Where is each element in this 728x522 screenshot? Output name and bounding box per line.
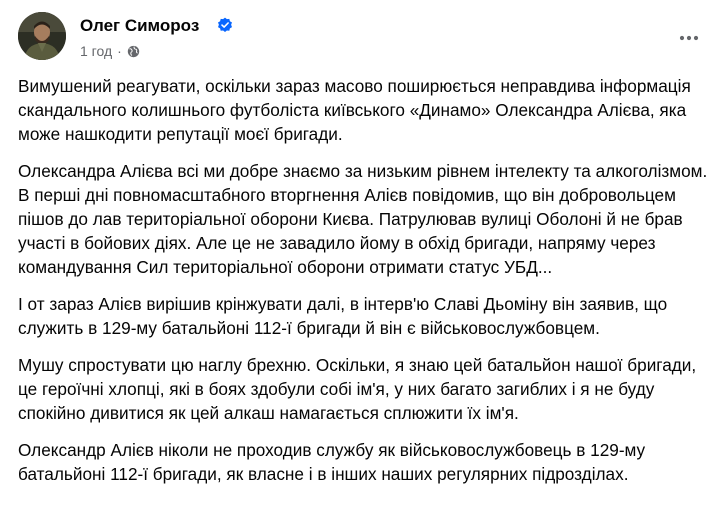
globe-icon[interactable]	[127, 45, 140, 58]
post-paragraph: Вимушений реагувати, оскільки зараз масо…	[18, 76, 691, 144]
post-paragraph: І от зараз Алієв вирішив крінжувати далі…	[18, 294, 668, 338]
author-name[interactable]: Олег Симороз	[80, 16, 199, 36]
post-header: Олег Симороз 1 год ·	[18, 12, 712, 68]
author-avatar[interactable]	[18, 12, 66, 60]
verified-badge-icon	[217, 17, 233, 33]
more-options-button[interactable]	[674, 26, 704, 50]
post-paragraph: Мушу спростувати цю наглу брехню. Оскіль…	[18, 355, 697, 423]
more-options-icon	[679, 35, 699, 41]
post-paragraph: Олександра Алієва всі ми добре знаємо за…	[18, 161, 708, 277]
post-body: Вимушений реагувати, оскільки зараз масо…	[18, 74, 714, 499]
meta-separator: ·	[117, 43, 122, 59]
post-meta: 1 год ·	[80, 43, 140, 59]
facebook-post: Олег Симороз 1 год · Вимушений реагувати…	[0, 0, 728, 522]
avatar-image	[18, 12, 66, 60]
post-paragraph: Олександр Алієв ніколи не проходив служб…	[18, 440, 646, 484]
post-timestamp[interactable]: 1 год	[80, 43, 112, 59]
